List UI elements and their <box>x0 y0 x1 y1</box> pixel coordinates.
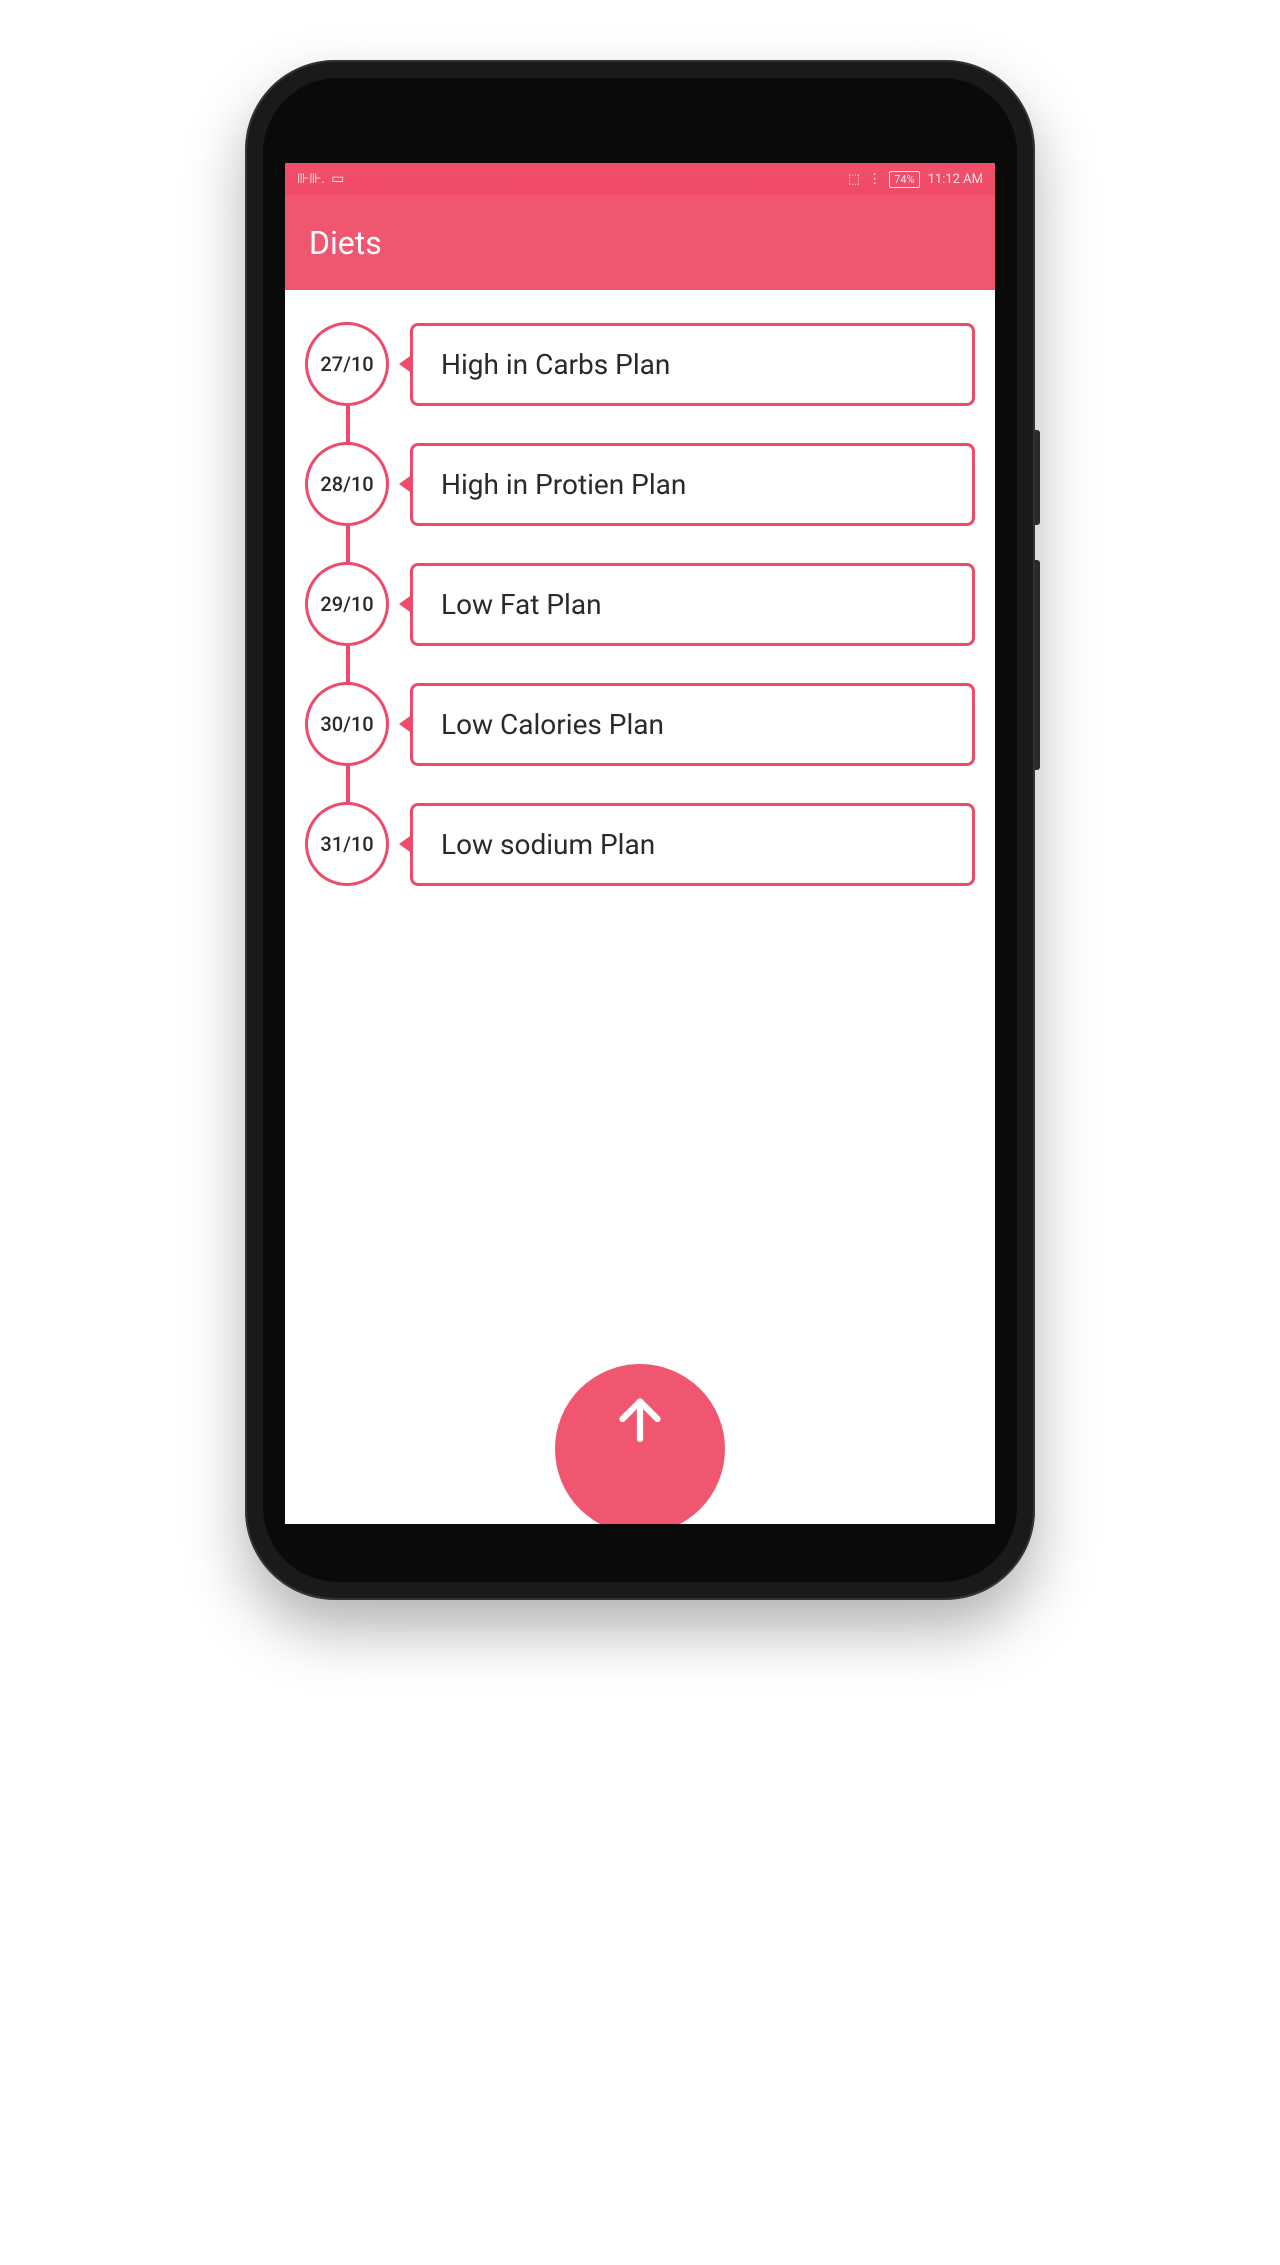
app-header: Diets <box>285 195 995 290</box>
diet-plan-item[interactable]: 30/10 Low Calories Plan <box>305 682 975 766</box>
diet-plan-item[interactable]: 29/10 Low Fat Plan <box>305 562 975 646</box>
plan-label[interactable]: Low Fat Plan <box>410 563 975 646</box>
phone-side-button <box>1035 430 1040 525</box>
signal-icon: ⊪⊪. <box>297 171 325 187</box>
date-badge: 30/10 <box>305 682 389 766</box>
phone-device-frame: ⊪⊪. ▭ ⬚ ⋮ 74% 11:12 AM Diets 27 <box>245 60 1035 1600</box>
plan-label[interactable]: High in Protien Plan <box>410 443 975 526</box>
plan-label[interactable]: High in Carbs Plan <box>410 323 975 406</box>
date-badge: 29/10 <box>305 562 389 646</box>
timeline: 27/10 High in Carbs Plan 28/10 High in P… <box>305 322 975 886</box>
date-badge: 27/10 <box>305 322 389 406</box>
wifi-icon: ⋮ <box>868 172 881 187</box>
status-left: ⊪⊪. ▭ <box>297 171 344 187</box>
clock-time: 11:12 AM <box>928 172 983 187</box>
scroll-up-button[interactable] <box>555 1364 725 1524</box>
app-screen: ⊪⊪. ▭ ⬚ ⋮ 74% 11:12 AM Diets 27 <box>285 163 995 1524</box>
network-icon: ⬚ <box>848 172 860 187</box>
diet-plan-item[interactable]: 27/10 High in Carbs Plan <box>305 322 975 406</box>
page-title: Diets <box>309 224 382 262</box>
content-area: 27/10 High in Carbs Plan 28/10 High in P… <box>285 290 995 1524</box>
diet-plan-item[interactable]: 28/10 High in Protien Plan <box>305 442 975 526</box>
plan-label[interactable]: Low sodium Plan <box>410 803 975 886</box>
status-right: ⬚ ⋮ 74% 11:12 AM <box>848 171 983 188</box>
battery-small-icon: ▭ <box>331 171 344 187</box>
date-badge: 31/10 <box>305 802 389 886</box>
date-badge: 28/10 <box>305 442 389 526</box>
plan-label[interactable]: Low Calories Plan <box>410 683 975 766</box>
arrow-up-icon <box>610 1389 670 1449</box>
phone-inner-frame: ⊪⊪. ▭ ⬚ ⋮ 74% 11:12 AM Diets 27 <box>263 78 1017 1582</box>
diet-plan-item[interactable]: 31/10 Low sodium Plan <box>305 802 975 886</box>
battery-indicator: 74% <box>889 171 919 188</box>
status-bar: ⊪⊪. ▭ ⬚ ⋮ 74% 11:12 AM <box>285 163 995 195</box>
phone-side-button <box>1035 560 1040 770</box>
